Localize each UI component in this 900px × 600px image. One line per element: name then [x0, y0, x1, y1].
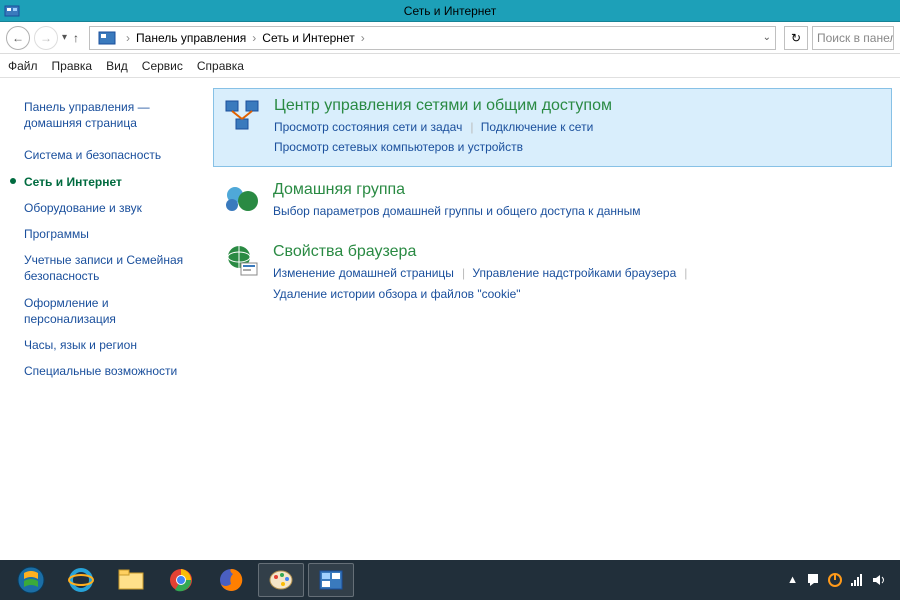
sidebar-item-access[interactable]: Специальные возможности [24, 358, 195, 384]
navigation-bar: ← → ▾ ↑ › Панель управления › Сеть и Инт… [0, 22, 900, 54]
section-heading[interactable]: Свойства браузера [273, 243, 691, 261]
window-title: Сеть и Интернет [404, 4, 496, 18]
link-delete-history[interactable]: Удаление истории обзора и файлов "cookie… [273, 287, 521, 301]
section-internet-options[interactable]: Свойства браузера Изменение домашней стр… [213, 235, 892, 312]
menu-tools[interactable]: Сервис [142, 59, 183, 73]
search-input[interactable]: Поиск в панел [812, 26, 894, 50]
menu-help[interactable]: Справка [197, 59, 244, 73]
link-connect[interactable]: Подключение к сети [481, 120, 593, 134]
sidebar-item-programs[interactable]: Программы [24, 221, 195, 247]
internet-options-icon [223, 243, 261, 281]
link-homepage[interactable]: Изменение домашней страницы [273, 266, 454, 280]
sidebar-item-home[interactable]: Панель управления — домашняя страница [24, 94, 195, 136]
sidebar-item-appearance[interactable]: Оформление и персонализация [24, 290, 195, 332]
network-sharing-icon [224, 97, 262, 135]
tray-power-icon[interactable] [828, 573, 842, 587]
section-network-sharing[interactable]: Центр управления сетями и общим доступом… [213, 88, 892, 167]
taskbar-explorer[interactable] [108, 563, 154, 597]
menu-file[interactable]: Файл [8, 59, 38, 73]
start-button[interactable] [8, 563, 54, 597]
sidebar-item-clock[interactable]: Часы, язык и регион [24, 332, 195, 358]
breadcrumb-chevron-icon: › [355, 31, 371, 45]
sidebar-item-hardware[interactable]: Оборудование и звук [24, 195, 195, 221]
sidebar-nav: Панель управления — домашняя страница Си… [0, 78, 205, 560]
breadcrumb-item[interactable]: Сеть и Интернет [262, 31, 354, 45]
link-homegroup-settings[interactable]: Выбор параметров домашней группы и общег… [273, 204, 641, 218]
taskbar-firefox[interactable] [208, 563, 254, 597]
address-dropdown-icon[interactable]: ⌄ [763, 32, 771, 43]
menu-bar: Файл Правка Вид Сервис Справка [0, 54, 900, 78]
taskbar-ie[interactable] [58, 563, 104, 597]
sidebar-item-users[interactable]: Учетные записи и Семейная безопасность [24, 247, 195, 289]
taskbar-paint[interactable] [258, 563, 304, 597]
link-addons[interactable]: Управление надстройками браузера [472, 266, 676, 280]
content-area: Панель управления — домашняя страница Си… [0, 78, 900, 560]
search-placeholder: Поиск в панел [817, 31, 894, 45]
refresh-button[interactable]: ↻ [784, 26, 808, 50]
back-button[interactable]: ← [6, 26, 30, 50]
section-heading[interactable]: Домашняя группа [273, 181, 645, 199]
tray-network-icon[interactable] [850, 573, 864, 587]
breadcrumb-chevron-icon: › [120, 31, 136, 45]
up-button[interactable]: ↑ [67, 31, 85, 45]
menu-view[interactable]: Вид [106, 59, 128, 73]
control-panel-icon [4, 3, 20, 19]
taskbar-chrome[interactable] [158, 563, 204, 597]
window-titlebar: Сеть и Интернет [0, 0, 900, 22]
link-view-devices[interactable]: Просмотр сетевых компьютеров и устройств [274, 140, 523, 154]
forward-button[interactable]: → [34, 26, 58, 50]
menu-edit[interactable]: Правка [52, 59, 93, 73]
main-panel: Центр управления сетями и общим доступом… [205, 78, 900, 560]
tray-action-center-icon[interactable] [806, 573, 820, 587]
section-heading[interactable]: Центр управления сетями и общим доступом [274, 97, 612, 115]
breadcrumb-item[interactable]: Панель управления [136, 31, 246, 45]
control-panel-icon [98, 29, 116, 47]
sidebar-item-network[interactable]: Сеть и Интернет [24, 169, 195, 195]
address-bar[interactable]: › Панель управления › Сеть и Интернет › … [89, 26, 776, 50]
breadcrumb-chevron-icon: › [246, 31, 262, 45]
link-view-status[interactable]: Просмотр состояния сети и задач [274, 120, 462, 134]
homegroup-icon [223, 181, 261, 219]
section-homegroup[interactable]: Домашняя группа Выбор параметров домашне… [213, 173, 892, 229]
taskbar-control-panel[interactable] [308, 563, 354, 597]
sidebar-item-system[interactable]: Система и безопасность [24, 142, 195, 168]
tray-up-icon[interactable]: ▲ [787, 574, 798, 586]
tray-volume-icon[interactable] [872, 573, 886, 587]
taskbar: ▲ [0, 560, 900, 600]
system-tray: ▲ [787, 573, 894, 587]
